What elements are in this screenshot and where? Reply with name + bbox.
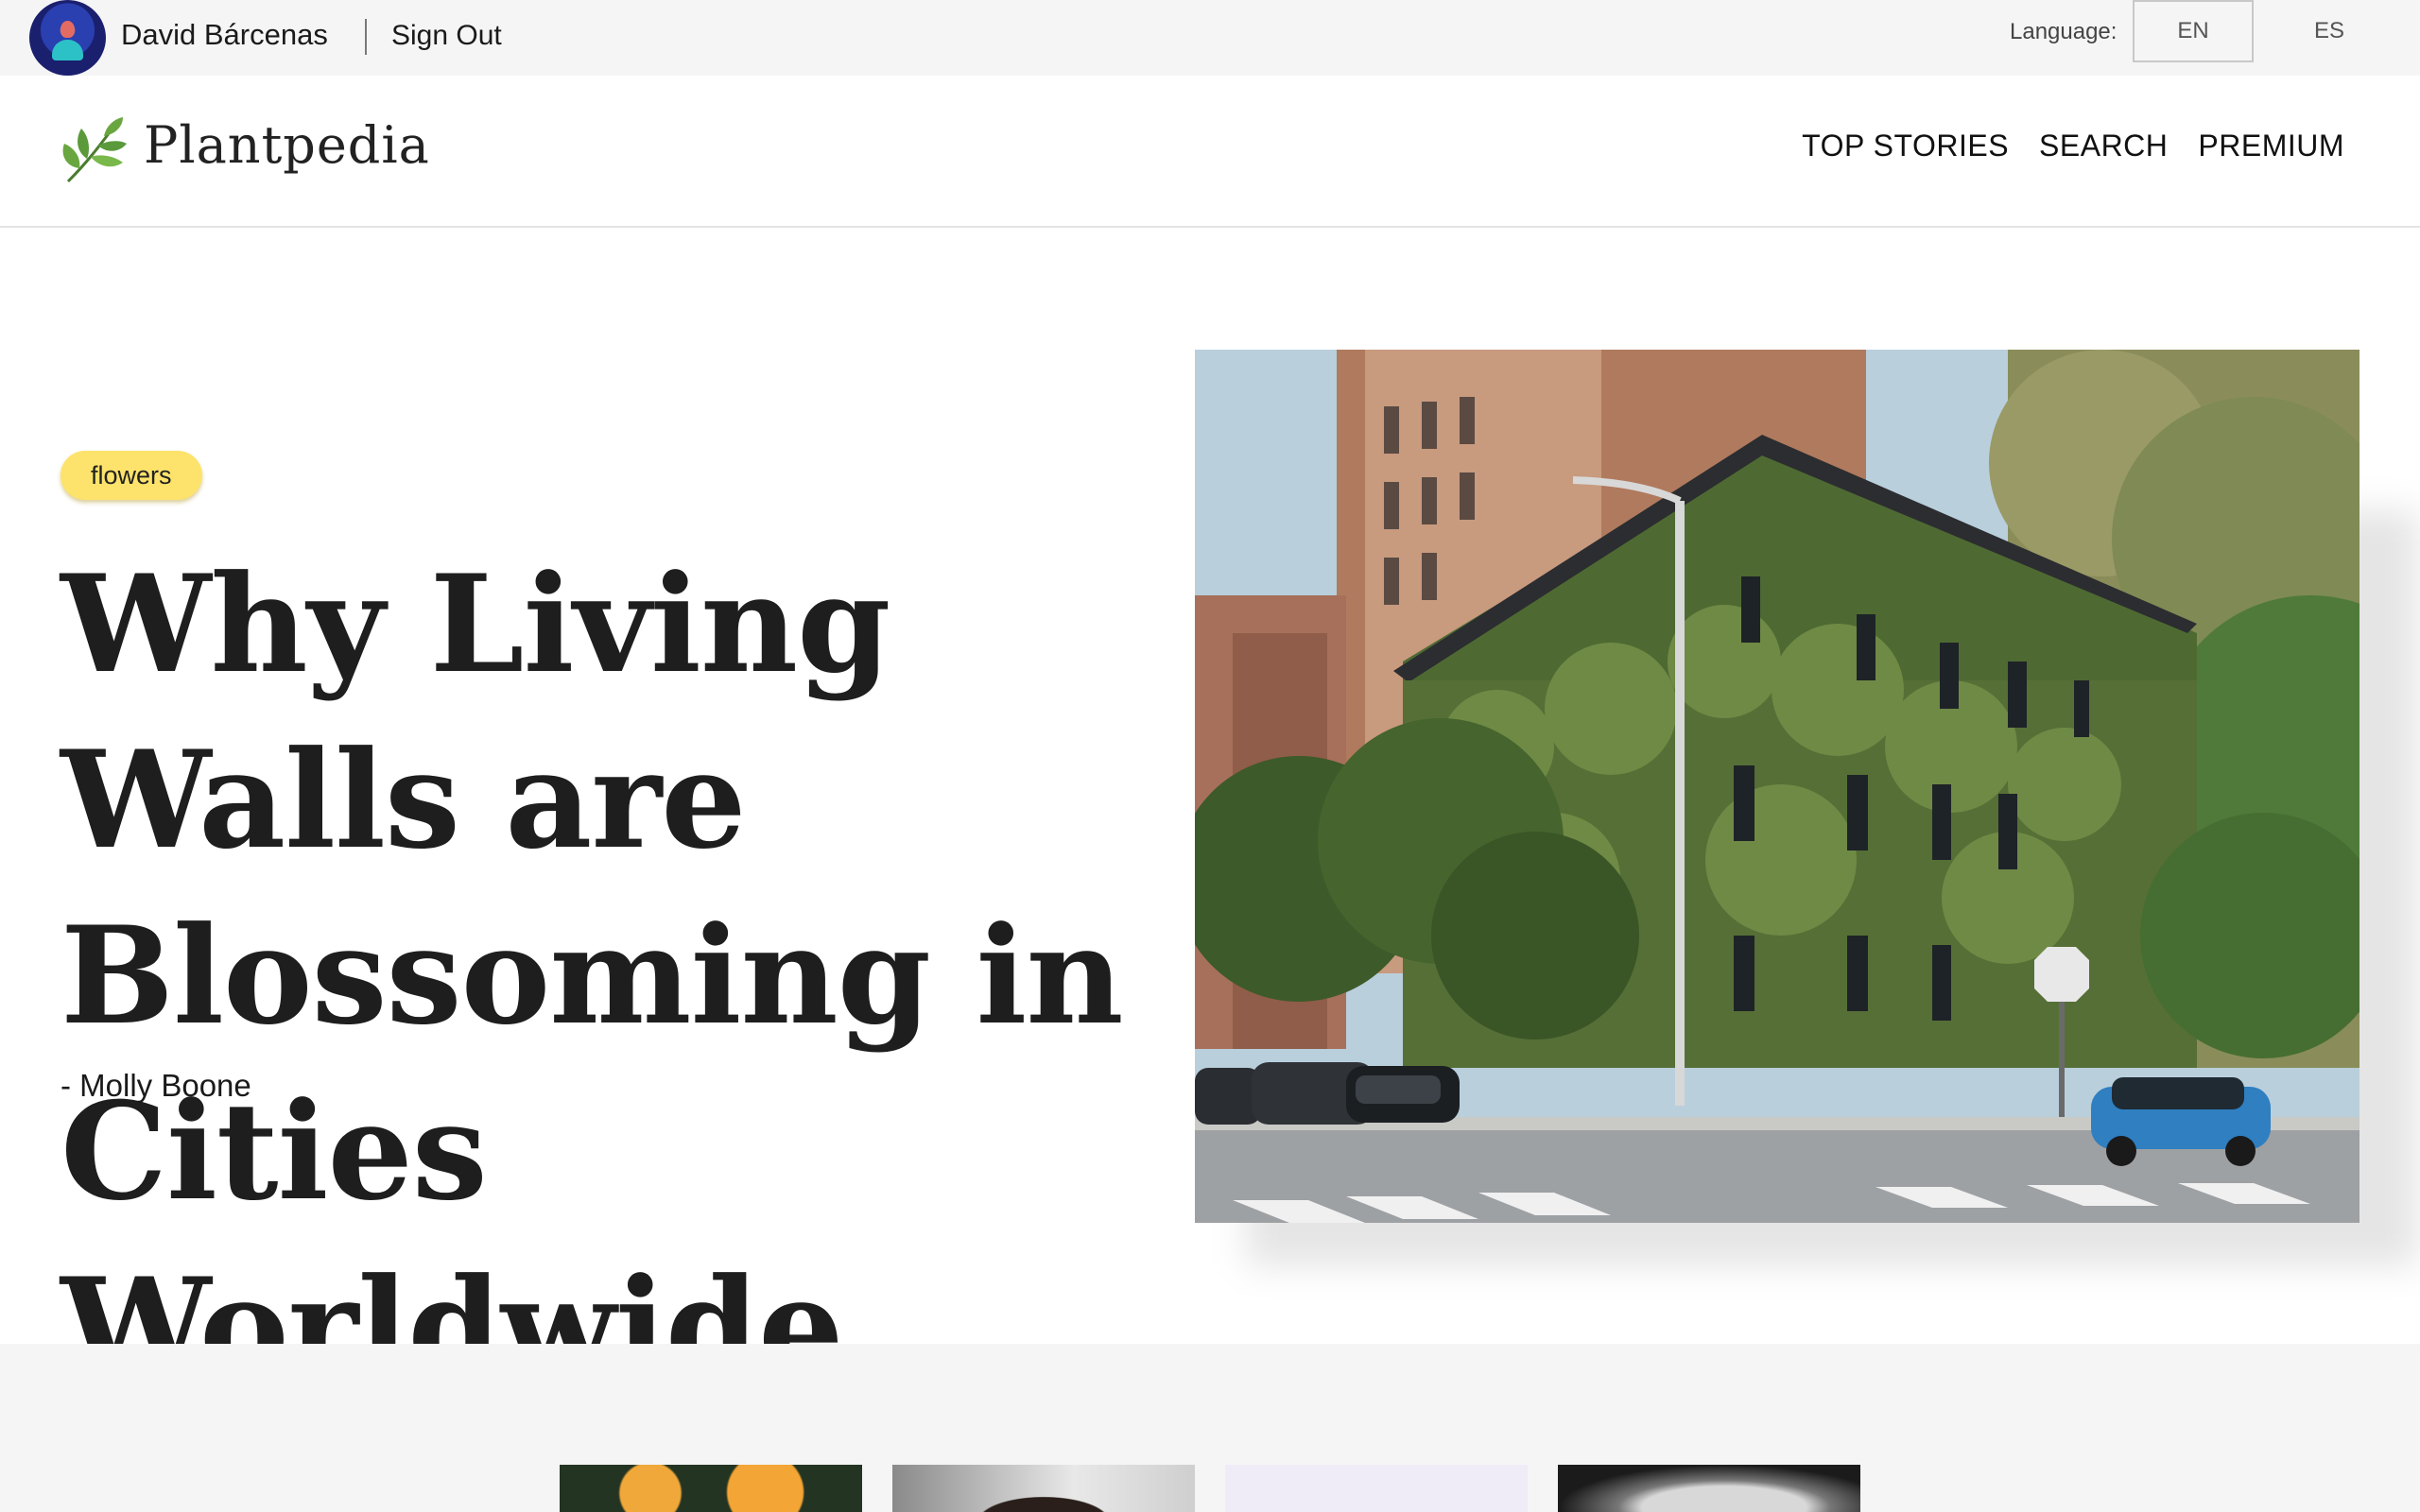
- divider: [365, 19, 367, 55]
- nav-search[interactable]: SEARCH: [2039, 129, 2168, 163]
- featured-section: [0, 1344, 2420, 1512]
- story-thumbnail-4[interactable]: [1558, 1465, 1860, 1512]
- language-label: Language:: [2010, 19, 2118, 44]
- category-tag[interactable]: flowers: [60, 451, 202, 500]
- avatar-face: [60, 21, 75, 38]
- nav-top-stories[interactable]: TOP STORIES: [1802, 129, 2009, 163]
- avatar[interactable]: [29, 0, 106, 76]
- article-headline[interactable]: Why Living Walls are Blossoming in Citie…: [60, 537, 1167, 1416]
- sign-out-link[interactable]: Sign Out: [391, 20, 502, 52]
- account-bar: David Bárcenas Sign Out Language: EN ES: [0, 0, 2420, 76]
- leaf-logo-icon[interactable]: [59, 115, 130, 187]
- language-en-button[interactable]: EN: [2133, 0, 2254, 62]
- nav-premium[interactable]: PREMIUM: [2198, 129, 2344, 163]
- story-thumbnail-2[interactable]: [892, 1465, 1195, 1512]
- avatar-body: [52, 40, 83, 60]
- user-name: David Bárcenas: [121, 18, 328, 51]
- site-logo-text[interactable]: Plantpedia: [144, 115, 430, 175]
- main-nav: TOP STORIES SEARCH PREMIUM: [1802, 129, 2344, 163]
- language-es-button[interactable]: ES: [2291, 0, 2367, 62]
- story-thumbnail-3[interactable]: [1225, 1465, 1528, 1512]
- article-author: - Molly Boone: [60, 1068, 251, 1103]
- site-header: Plantpedia TOP STORIES SEARCH PREMIUM: [0, 76, 2420, 228]
- story-thumbnail-1[interactable]: [560, 1465, 862, 1512]
- hero-image[interactable]: [1195, 350, 2360, 1223]
